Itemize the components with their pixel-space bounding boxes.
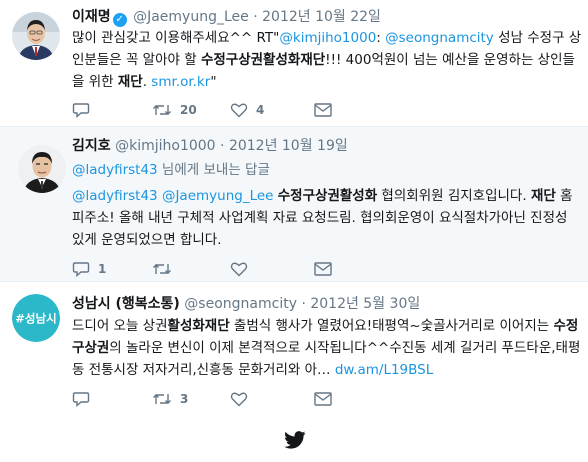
heart-icon (230, 392, 248, 407)
heart-icon (230, 262, 248, 277)
timestamp[interactable]: 2012년 5월 30일 (310, 296, 420, 312)
separator-dot: · (220, 138, 225, 154)
direct-message-button[interactable] (314, 259, 332, 279)
avatar[interactable]: #성남시 (12, 294, 60, 342)
text-segment: . (142, 74, 152, 90)
text-segment: 협의회위원 김지호입니다. (377, 188, 531, 204)
avatar[interactable] (18, 145, 66, 193)
retweet-count: 3 (180, 392, 189, 406)
reply-context-label: 님에게 보내는 답글 (157, 162, 270, 178)
avatar-label: #성남시 (15, 312, 56, 326)
like-button[interactable] (230, 389, 248, 409)
reply-button[interactable]: 1 (72, 259, 106, 279)
direct-message-button[interactable] (314, 389, 332, 409)
retweet-icon (153, 264, 171, 274)
envelope-icon (314, 392, 332, 406)
text-segment: 의 놀라운 변신이 이제 본격적으로 시작됩니다^^수진동 세계 길거리 푸드타… (72, 340, 581, 378)
mention-link[interactable]: @kimjiho1000 (279, 30, 376, 46)
text-segment: : (376, 30, 386, 46)
tweet-text: 많이 관심갖고 이용해주세요^^ RT"@kimjiho1000: @seong… (72, 27, 582, 93)
retweet-button[interactable]: 20 (152, 100, 197, 120)
retweet-count: 20 (180, 103, 197, 117)
display-name[interactable]: 성남시 (행복소통) (72, 296, 180, 312)
highlighted-term: 수정구상권활성화재단 (200, 52, 326, 68)
like-count: 4 (256, 103, 265, 117)
text-segment: 많이 관심갖고 이용해주세요^^ RT" (72, 30, 280, 46)
url-link[interactable]: dw.am/L19BSL (335, 362, 433, 378)
reply-count: 1 (98, 262, 107, 276)
tweet-text: 드디어 오늘 상권활성화재단 출범식 행사가 열렸어요!태평역~숯골사거리로 이… (72, 315, 582, 381)
text-segment: 드디어 오늘 상권 (72, 318, 168, 334)
mention-link[interactable]: @ladyfirst43 (72, 188, 158, 204)
tweet[interactable]: 김지호 @kimjiho1000 · 2012년 10월 19일 @ladyfi… (0, 126, 588, 282)
like-button[interactable]: 4 (230, 100, 264, 120)
tweet-header: 이재명 ✓ @Jaemyung_Lee · 2012년 10월 22일 (72, 8, 381, 27)
highlighted-term: 수정구상권활성화 (277, 188, 378, 204)
timestamp[interactable]: 2012년 10월 19일 (229, 138, 348, 154)
verified-badge-icon: ✓ (112, 13, 127, 27)
tweet[interactable]: #성남시 성남시 (행복소통) @seongnamcity · 2012년 5월… (0, 283, 588, 407)
reply-context: @ladyfirst43 님에게 보내는 답글 (72, 161, 270, 179)
text-segment: 출범식 행사가 열렸어요!태평역~숯골사거리로 이어지는 (229, 318, 554, 334)
separator-dot: · (301, 296, 306, 312)
envelope-icon (314, 103, 332, 117)
twitter-bird-icon[interactable] (284, 431, 306, 449)
reply-icon (72, 103, 90, 118)
retweet-icon (153, 394, 171, 404)
username[interactable]: @kimjiho1000 (115, 138, 215, 154)
retweet-icon (153, 105, 171, 115)
retweet-button[interactable] (152, 259, 172, 279)
mention-link[interactable]: @ladyfirst43 (72, 162, 158, 178)
timestamp[interactable]: 2012년 10월 22일 (262, 9, 381, 25)
retweet-button[interactable]: 3 (152, 389, 188, 409)
tweet-header: 성남시 (행복소통) @seongnamcity · 2012년 5월 30일 (72, 295, 420, 313)
reply-button[interactable] (72, 389, 90, 409)
avatar[interactable] (12, 12, 60, 60)
url-link[interactable]: smr.or.kr (151, 74, 210, 90)
highlighted-term: 활성화재단 (167, 318, 230, 334)
tweet-header: 김지호 @kimjiho1000 · 2012년 10월 19일 (72, 137, 348, 155)
reply-icon (72, 392, 90, 407)
reply-button[interactable] (72, 100, 90, 120)
display-name[interactable]: 김지호 (72, 138, 111, 154)
envelope-icon (314, 262, 332, 276)
mention-link[interactable]: @seongnamcity (385, 30, 494, 46)
separator-dot: · (253, 9, 258, 25)
tweet-text: @ladyfirst43 @Jaemyung_Lee 수정구상권활성화 협의회위… (72, 185, 578, 251)
display-name[interactable]: 이재명 (72, 9, 111, 25)
highlighted-term: 재단 (530, 188, 556, 204)
username[interactable]: @seongnamcity (184, 296, 297, 312)
heart-icon (230, 103, 248, 118)
direct-message-button[interactable] (314, 100, 332, 120)
highlighted-term: 재단 (117, 74, 143, 90)
reply-icon (72, 262, 90, 277)
username[interactable]: @Jaemyung_Lee (133, 9, 249, 25)
text-segment: " (210, 74, 217, 90)
tweet[interactable]: 이재명 ✓ @Jaemyung_Lee · 2012년 10월 22일 많이 관심… (0, 0, 588, 126)
mention-link[interactable]: @Jaemyung_Lee (162, 188, 274, 204)
like-button[interactable] (230, 259, 248, 279)
